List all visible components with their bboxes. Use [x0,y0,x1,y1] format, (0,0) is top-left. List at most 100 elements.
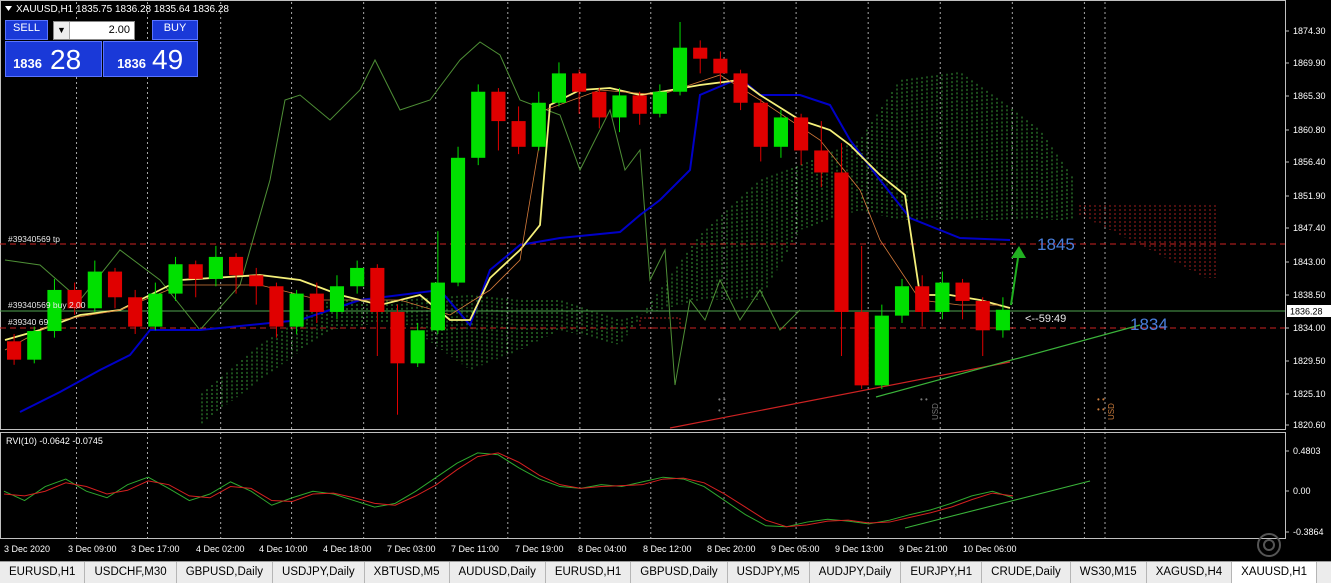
one-click-trading-panel: SELL ▼ 2.00 BUY 1836 28 1836 49 [5,20,198,77]
candle-body [329,286,345,312]
order-sl-label: #39340 69 [8,317,48,327]
candle-body [975,300,990,331]
candle-body [229,256,244,276]
chart-tab[interactable]: USDJPY,M5 [728,562,810,583]
candle-body [693,47,708,59]
candle-body [309,293,324,312]
rvi-axis-label: 0.00 [1293,486,1311,496]
sell-label: SELL [13,22,40,34]
order-tp-label: #39340569 tp [8,234,60,244]
time-axis-label: 7 Dec 19:00 [515,544,564,554]
lot-dropdown-icon[interactable]: ▼ [54,22,70,39]
candle-body [128,297,143,327]
svg-text:• •: • • [718,395,726,404]
time-axis-label: 4 Dec 18:00 [323,544,372,554]
candle-body [188,264,203,279]
candle-body [249,275,264,287]
lot-size-input[interactable]: ▼ 2.00 [53,21,135,40]
rvi-axis-label: 0.4803 [1293,446,1321,456]
time-axis-label: 7 Dec 11:00 [451,544,499,554]
candle-body [289,293,304,327]
price-axis-label: 1869.90 [1293,58,1326,68]
price-chart[interactable]: 3 Dec 2020 3 Dec 09:00 3 Dec 17:00 4 Dec 02… [0,0,1331,561]
price-axis-label: 1847.40 [1293,223,1326,233]
candle[interactable] [471,84,486,166]
chart-tab[interactable]: CRUDE,Daily [982,562,1071,583]
price-axis-label: 1874.30 [1293,26,1326,36]
price-axis-label: 1860.80 [1293,125,1326,135]
candle-body [753,102,768,147]
sell-price-button[interactable]: 1836 28 [5,41,102,77]
chart-tab[interactable]: XAGUSD,H4 [1147,562,1233,583]
candle-body [713,58,728,74]
candle-body [450,157,466,283]
price-axis-label: 1838.50 [1293,290,1326,300]
chart-tab[interactable]: GBPUSD,Daily [631,562,728,583]
chart-tab[interactable]: AUDJPY,Daily [810,562,902,583]
candle-body [773,117,788,147]
price-axis-label: 1865.30 [1293,91,1326,101]
chart-tab[interactable]: EURUSD,H1 [0,562,86,583]
time-axis-label: 8 Dec 12:00 [643,544,692,554]
price-axis-label: 1825.10 [1293,389,1326,399]
level-1834-label: 1834 [1130,315,1168,334]
chart-tab[interactable]: USDJPY,Daily [273,562,365,583]
chart-tab[interactable]: EURUSD,H1 [546,562,632,583]
chart-tab[interactable]: XBTUSD,M5 [365,562,450,583]
candle-body [652,91,667,114]
sell-price-small: 1836 [13,56,42,71]
candle-body [471,91,486,158]
candle-body [672,47,688,92]
buy-price-small: 1836 [117,56,146,71]
time-axis-label: 3 Dec 17:00 [131,544,180,554]
sell-button[interactable]: SELL [5,20,48,40]
sell-price-big: 28 [50,44,82,75]
price-axis-label: 1843.00 [1293,257,1326,267]
buy-button[interactable]: BUY [152,20,198,40]
candle-body [148,293,163,327]
usd-label-2: USD [1107,403,1116,420]
candle-body [87,271,102,309]
price-axis-label: 1856.40 [1293,157,1326,167]
candle-body [854,311,869,386]
chart-tab[interactable]: XAUUSD,H1 [1232,562,1317,583]
candle-body [511,121,526,147]
candle-body [168,264,183,294]
level-1845-label: 1845 [1037,235,1075,254]
candle-body [531,102,546,147]
candle-body [592,91,607,118]
candle-body [733,73,748,103]
candle[interactable] [27,326,42,364]
chart-tab[interactable]: GBPUSD,Daily [177,562,274,583]
chart-tab[interactable]: EURJPY,H1 [901,562,983,583]
buy-label: BUY [163,22,187,34]
price-axis-label: 1829.50 [1293,356,1326,366]
mt4-chart-window: 3 Dec 2020 3 Dec 09:00 3 Dec 17:00 4 Dec 02… [0,0,1331,583]
candle[interactable] [450,146,466,287]
buy-price-big: 49 [152,44,184,75]
chart-tab[interactable]: WS30,M15 [1071,562,1147,583]
buy-price-button[interactable]: 1836 49 [103,41,198,77]
candle-body [874,315,889,386]
svg-text:• •: • • [920,395,928,404]
candle-body [208,256,223,279]
chart-tab[interactable]: AUDUSD,Daily [450,562,546,583]
lot-value: 2.00 [108,24,130,36]
time-axis-label: 4 Dec 10:00 [259,544,308,554]
time-axis-label: 9 Dec 05:00 [771,544,820,554]
chart-tab[interactable]: USDCHF,M30 [85,562,177,583]
candle-body [27,331,42,360]
time-axis-label: 3 Dec 2020 [4,544,50,554]
time-axis-label: 10 Dec 06:00 [963,544,1017,554]
candle-body [350,267,365,287]
candle-body [370,267,385,312]
candle-body [834,172,849,312]
candle-body [269,286,284,327]
candle[interactable] [874,304,889,390]
time-axis-label: 4 Dec 02:00 [196,544,245,554]
candle-body [794,117,809,151]
candle-body [107,271,123,298]
time-axis-label: 8 Dec 20:00 [707,544,756,554]
candle-body [551,73,567,103]
symbol-header: XAUUSD,H1 1835.75 1836.28 1835.64 1836.2… [16,4,229,15]
